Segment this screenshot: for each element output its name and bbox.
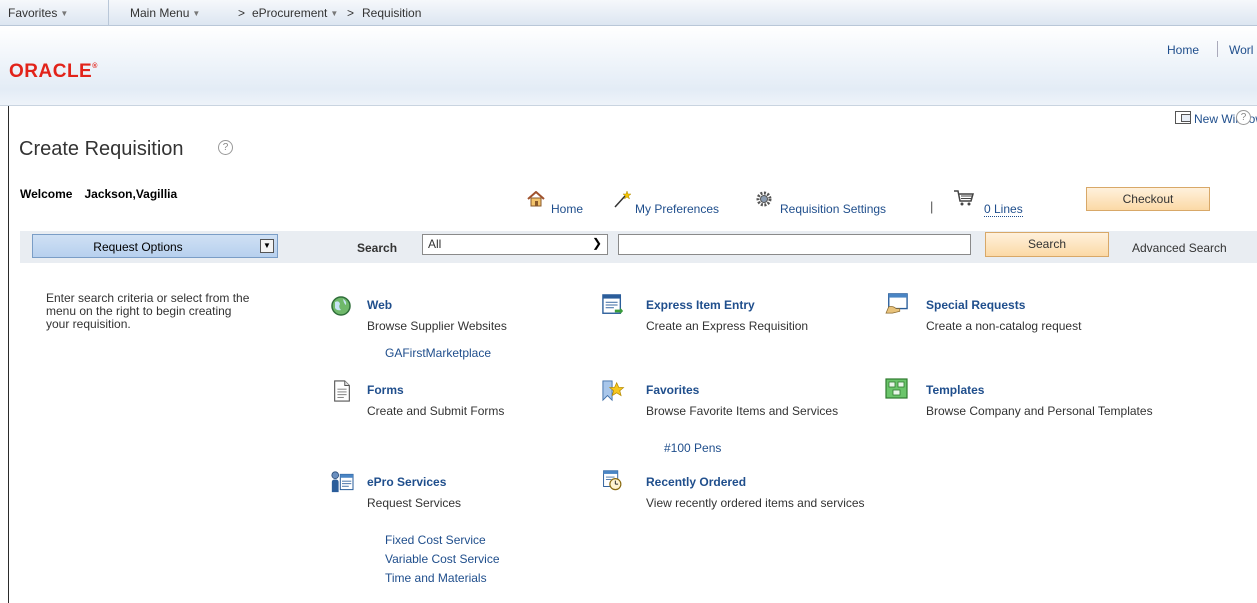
banner-worklist-link[interactable]: Worl xyxy=(1229,43,1253,57)
recently-ordered-description: View recently ordered items and services xyxy=(646,496,865,510)
express-entry-icon xyxy=(602,294,624,315)
web-link[interactable]: Web xyxy=(367,298,392,312)
page-title: Create Requisition xyxy=(19,138,184,160)
shopping-cart-icon[interactable] xyxy=(953,189,975,207)
chevron-down-icon: ▼ xyxy=(60,9,69,18)
new-window-icon[interactable] xyxy=(1175,111,1191,124)
recent-clock-icon xyxy=(603,470,622,491)
breadcrumb-separator: > xyxy=(347,6,355,20)
nav-divider xyxy=(108,0,109,26)
breadcrumb-requisition[interactable]: Requisition xyxy=(362,6,421,20)
chevron-down-icon: ❯ xyxy=(591,236,602,250)
search-category-value: All xyxy=(428,237,442,251)
fixed-cost-service-link[interactable]: Fixed Cost Service xyxy=(385,533,486,547)
forms-link[interactable]: Forms xyxy=(367,383,404,397)
breadcrumb-separator: > xyxy=(238,6,246,20)
home-icon[interactable] xyxy=(527,191,545,207)
special-requests-link[interactable]: Special Requests xyxy=(926,298,1025,312)
templates-link[interactable]: Templates xyxy=(926,383,984,397)
instructions-text: Enter search criteria or select from the… xyxy=(46,291,250,331)
request-options-label: Request Options xyxy=(93,240,183,254)
dropdown-arrow-icon[interactable]: ▼ xyxy=(260,239,274,253)
advanced-search-link[interactable]: Advanced Search xyxy=(1132,241,1227,255)
favorites-menu-label: Favorites xyxy=(8,6,58,20)
search-label: Search xyxy=(357,241,398,255)
globe-icon xyxy=(331,296,351,316)
header-banner: ORACLE® Home Worl xyxy=(0,26,1257,106)
oracle-logo: ORACLE® xyxy=(9,61,98,83)
welcome-text: Welcome Jackson,Vagillia xyxy=(20,187,177,201)
magic-wand-icon[interactable] xyxy=(613,190,633,208)
breadcrumb-eprocurement[interactable]: eProcurement ▼ xyxy=(252,6,338,20)
chevron-down-icon: ▼ xyxy=(192,9,201,18)
search-input[interactable] xyxy=(618,234,971,255)
chevron-down-icon: ▼ xyxy=(330,9,339,18)
checkout-button[interactable]: Checkout xyxy=(1086,187,1210,211)
gafirstmarketplace-link[interactable]: GAFirstMarketplace xyxy=(385,346,491,360)
search-button[interactable]: Search xyxy=(985,232,1109,257)
banner-home-link[interactable]: Home xyxy=(1167,43,1199,57)
search-category-select[interactable]: All ❯ xyxy=(422,234,608,255)
favorites-menu[interactable]: Favorites ▼ xyxy=(8,6,68,20)
epro-services-description: Request Services xyxy=(367,496,462,510)
web-description: Browse Supplier Websites xyxy=(367,319,507,333)
page-help-icon[interactable]: ? xyxy=(218,140,233,155)
variable-cost-service-link[interactable]: Variable Cost Service xyxy=(385,552,500,566)
content-frame-border xyxy=(8,106,9,603)
cart-lines-link[interactable]: 0 Lines xyxy=(984,202,1023,217)
my-preferences-link[interactable]: My Preferences xyxy=(635,202,719,216)
form-document-icon xyxy=(334,380,350,402)
special-requests-description: Create a non-catalog request xyxy=(926,319,1082,333)
breadcrumb-eprocurement-label: eProcurement xyxy=(252,6,328,20)
help-icon[interactable]: ? xyxy=(1236,110,1251,125)
services-icon xyxy=(331,471,354,493)
user-name: Jackson,Vagillia xyxy=(84,187,178,201)
templates-description: Browse Company and Personal Templates xyxy=(926,404,1153,418)
request-options-dropdown[interactable]: Request Options ▼ xyxy=(32,234,278,258)
logo-text: ORACLE xyxy=(9,61,93,82)
time-and-materials-link[interactable]: Time and Materials xyxy=(385,571,487,585)
favorite-100-pens-link[interactable]: #100 Pens xyxy=(664,441,721,455)
forms-description: Create and Submit Forms xyxy=(367,404,505,418)
welcome-label: Welcome xyxy=(20,187,73,201)
registered-mark-icon: ® xyxy=(92,63,98,70)
star-bookmark-icon xyxy=(602,380,625,402)
gear-icon[interactable] xyxy=(754,190,774,208)
top-nav-bar: Favorites ▼ Main Menu ▼ > eProcurement ▼ > … xyxy=(0,0,1257,26)
templates-icon xyxy=(885,378,908,399)
favorites-link[interactable]: Favorites xyxy=(646,383,699,397)
special-request-icon xyxy=(885,293,908,314)
banner-divider xyxy=(1217,41,1218,57)
action-divider: | xyxy=(930,199,934,214)
epro-services-link[interactable]: ePro Services xyxy=(367,475,446,489)
main-menu[interactable]: Main Menu ▼ xyxy=(130,6,200,20)
favorites-description: Browse Favorite Items and Services xyxy=(646,404,839,418)
home-link[interactable]: Home xyxy=(551,202,583,216)
express-item-entry-description: Create an Express Requisition xyxy=(646,319,809,333)
express-item-entry-link[interactable]: Express Item Entry xyxy=(646,298,755,312)
recently-ordered-link[interactable]: Recently Ordered xyxy=(646,475,746,489)
requisition-settings-link[interactable]: Requisition Settings xyxy=(780,202,886,216)
main-menu-label: Main Menu xyxy=(130,6,190,20)
